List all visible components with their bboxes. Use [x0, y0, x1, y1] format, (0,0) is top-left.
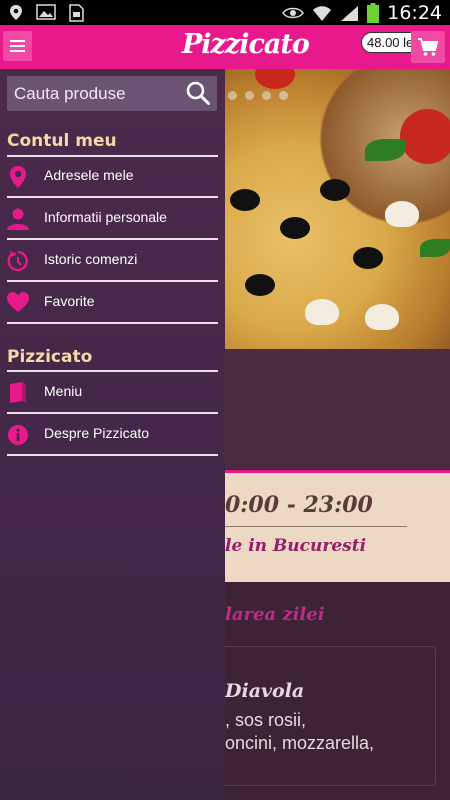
- tomato-shape: [400, 109, 450, 164]
- drawer-item-personal-info[interactable]: Informatii personale: [0, 200, 225, 240]
- carousel-dot[interactable]: [228, 91, 237, 100]
- olive-shape: [320, 179, 350, 201]
- heart-icon: [7, 292, 29, 312]
- navigation-drawer: Contul meu Adresele mele Informatii pers…: [0, 69, 225, 800]
- file-notification-icon: [69, 4, 84, 22]
- person-icon: [7, 208, 29, 230]
- section-title-pizzicato: Pizzicato: [7, 347, 93, 367]
- app-header: Pizzicato 48.00 lei: [0, 25, 450, 69]
- carousel-dot[interactable]: [262, 91, 271, 100]
- drawer-item-order-history[interactable]: Istoric comenzi: [0, 242, 225, 282]
- image-notification-icon: [36, 4, 56, 20]
- offer-description: , sos rosii, oncini, mozzarella,: [225, 709, 425, 755]
- offer-section-title: larea zilei: [225, 604, 325, 625]
- status-time: 16:24: [387, 2, 442, 24]
- drawer-item-label: Despre Pizzicato: [44, 425, 150, 441]
- offer-description-line: , sos rosii,: [225, 710, 307, 730]
- mushroom-shape: [305, 299, 339, 325]
- signal-icon: [341, 5, 359, 21]
- menu-icon-bar: [10, 50, 25, 52]
- search-bar: [7, 76, 217, 111]
- drawer-item-menu[interactable]: Meniu: [0, 374, 225, 414]
- cart-icon: [418, 38, 439, 56]
- drawer-item-label: Meniu: [44, 383, 83, 399]
- eye-icon: [282, 7, 305, 19]
- opening-hours: 0:00 - 23:00: [225, 492, 373, 518]
- carousel-dot[interactable]: [245, 91, 254, 100]
- olive-shape: [245, 274, 275, 296]
- drawer-item-label: Adresele mele: [44, 167, 134, 183]
- history-icon: [7, 250, 28, 272]
- mushroom-shape: [385, 201, 419, 227]
- menu-icon-bar: [10, 45, 25, 47]
- info-band: [225, 349, 450, 469]
- item-divider: [7, 280, 218, 282]
- carousel-dot[interactable]: [279, 91, 288, 100]
- olive-shape: [230, 189, 260, 211]
- item-divider: [7, 412, 218, 414]
- cart-button[interactable]: [411, 31, 445, 63]
- item-divider: [7, 454, 218, 456]
- basil-leaf-shape: [420, 239, 450, 257]
- olive-shape: [280, 217, 310, 239]
- card-divider: [225, 526, 407, 527]
- offer-description-line: oncini, mozzarella,: [225, 733, 375, 753]
- item-divider: [7, 322, 218, 324]
- mushroom-shape: [365, 304, 399, 330]
- drawer-item-label: Favorite: [44, 293, 95, 309]
- drawer-item-favorites[interactable]: Favorite: [0, 284, 225, 324]
- search-input[interactable]: [7, 76, 182, 111]
- info-icon: [8, 425, 28, 445]
- book-icon: [10, 382, 26, 403]
- menu-toggle-button[interactable]: [3, 31, 32, 61]
- drawer-item-about[interactable]: Despre Pizzicato: [0, 416, 225, 456]
- section-divider: [7, 155, 218, 157]
- tomato-shape: [255, 69, 295, 89]
- wifi-icon: [313, 5, 332, 21]
- battery-icon: [367, 3, 380, 23]
- status-bar: 16:24: [0, 0, 450, 25]
- pizza-banner-image[interactable]: [225, 69, 450, 349]
- offer-product-name: Diavola: [225, 680, 305, 702]
- delivery-text: le in Bucuresti: [225, 536, 367, 556]
- carousel-dots: [228, 91, 288, 100]
- location-notification-icon: [10, 5, 22, 20]
- drawer-item-addresses[interactable]: Adresele mele: [0, 158, 225, 198]
- item-divider: [7, 196, 218, 198]
- section-title-account: Contul meu: [7, 131, 117, 151]
- item-divider: [7, 238, 218, 240]
- basil-leaf-shape: [365, 139, 405, 161]
- olive-shape: [353, 247, 383, 269]
- section-divider: [7, 370, 218, 372]
- pizzicato-logo[interactable]: Pizzicato: [182, 29, 310, 60]
- search-icon[interactable]: [185, 80, 211, 106]
- app-screen: 16:24 Pizzicato 48.00 lei 0:00 - 23:00 l…: [0, 0, 450, 800]
- drawer-item-label: Istoric comenzi: [44, 251, 138, 267]
- menu-icon-bar: [10, 40, 25, 42]
- map-pin-icon: [10, 166, 26, 188]
- drawer-item-label: Informatii personale: [44, 209, 167, 225]
